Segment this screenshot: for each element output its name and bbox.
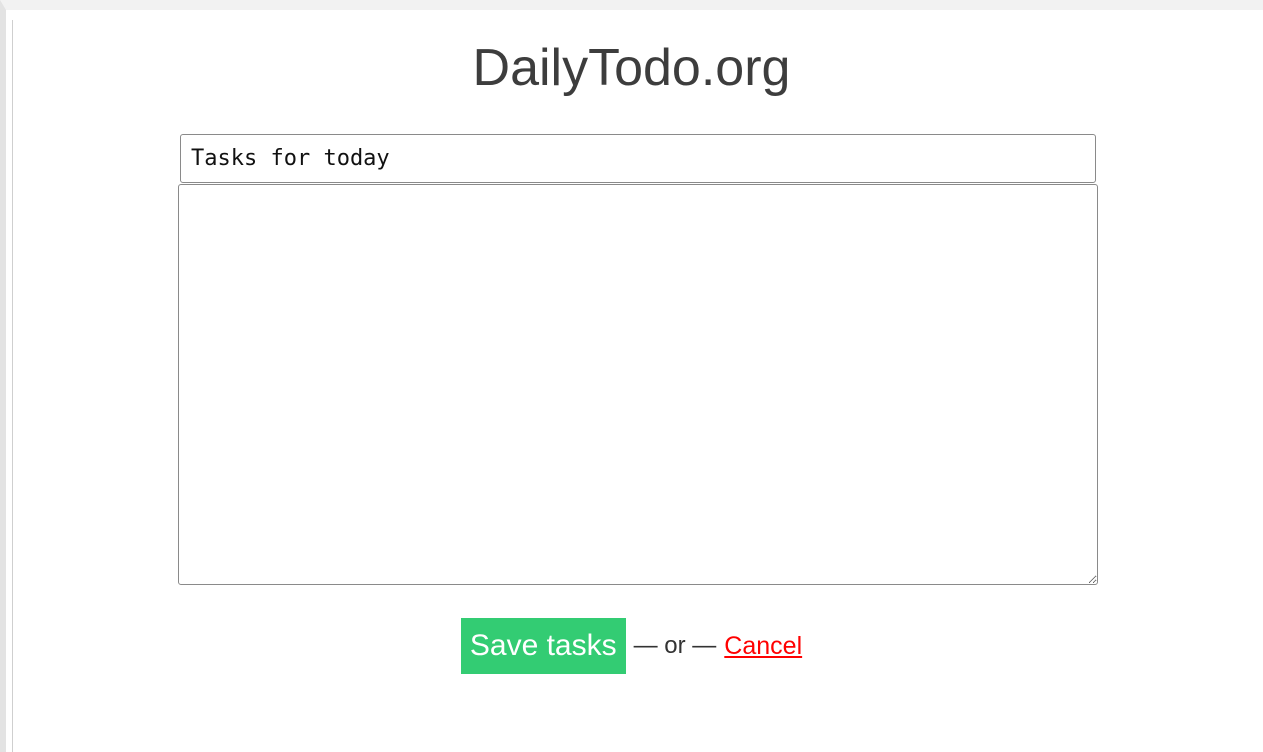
list-title-input[interactable] <box>180 134 1096 183</box>
site-title: DailyTodo.org <box>472 39 791 97</box>
cancel-link[interactable]: Cancel <box>724 632 802 661</box>
tasks-textarea[interactable] <box>178 184 1098 585</box>
form-actions: Save tasks — or — Cancel <box>0 618 1263 674</box>
or-separator: — or — <box>633 632 717 659</box>
save-tasks-button[interactable]: Save tasks <box>460 618 626 674</box>
